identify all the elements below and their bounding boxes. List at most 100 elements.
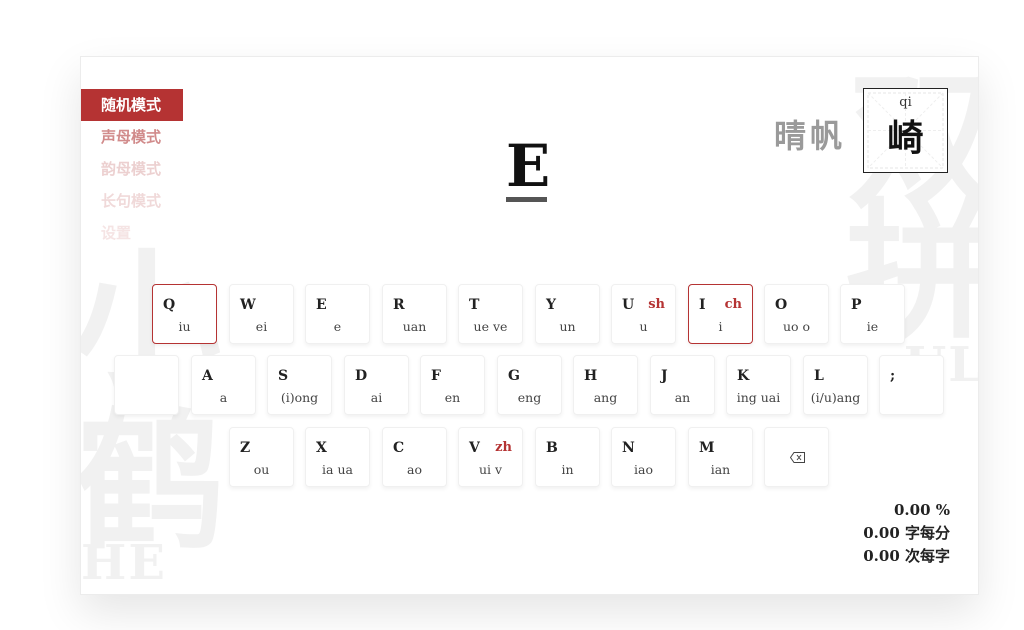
key-letter: I xyxy=(699,297,706,313)
key-letter: Z xyxy=(240,440,251,456)
key-v[interactable]: V zh ui v xyxy=(458,427,523,487)
key-final: eng xyxy=(517,390,542,405)
menu-item-finals-mode[interactable]: 韵母模式 xyxy=(81,153,183,185)
key-final: iu xyxy=(178,319,191,334)
key-p[interactable]: P ie xyxy=(840,284,905,344)
key-letter: C xyxy=(393,440,405,456)
key-letter: W xyxy=(240,297,256,313)
key-r[interactable]: R uan xyxy=(382,284,447,344)
key-letter: P xyxy=(851,297,862,313)
key-final: ue ve xyxy=(473,319,508,334)
key-s[interactable]: S (i)ong xyxy=(267,355,332,415)
key-shengmu: ch xyxy=(724,297,742,312)
current-char-box: qi 崎 xyxy=(863,88,948,173)
menu-item-random-mode[interactable]: 随机模式 xyxy=(81,89,183,121)
key-final: u xyxy=(639,319,648,334)
key-caps-blank[interactable] xyxy=(114,355,179,415)
key-d[interactable]: D ai xyxy=(344,355,409,415)
key-q[interactable]: Q iu xyxy=(152,284,217,344)
key-j[interactable]: J an xyxy=(650,355,715,415)
key-final: ui v xyxy=(478,462,503,477)
key-final: ei xyxy=(255,319,268,334)
key-final: an xyxy=(674,390,691,405)
key-t[interactable]: T ue ve xyxy=(458,284,523,344)
key-e[interactable]: E e xyxy=(305,284,370,344)
key-letter: M xyxy=(699,440,715,456)
key-final: uo o xyxy=(782,319,811,334)
keystrokes-stat: 0.00 次每字 xyxy=(863,547,950,565)
key-letter: H xyxy=(584,368,598,384)
key-letter: S xyxy=(278,368,289,384)
key-final: a xyxy=(219,390,228,405)
key-semicolon[interactable]: ; xyxy=(879,355,944,415)
key-final: ian xyxy=(710,462,731,477)
key-y[interactable]: Y un xyxy=(535,284,600,344)
key-x[interactable]: X ia ua xyxy=(305,427,370,487)
key-w[interactable]: W ei xyxy=(229,284,294,344)
key-final: un xyxy=(559,319,576,334)
key-letter: X xyxy=(316,440,327,456)
key-final: ie xyxy=(866,319,879,334)
key-letter: D xyxy=(355,368,368,384)
key-a[interactable]: A a xyxy=(191,355,256,415)
key-letter: K xyxy=(737,368,750,384)
key-final: in xyxy=(561,462,574,477)
key-h[interactable]: H ang xyxy=(573,355,638,415)
key-letter: ; xyxy=(890,368,896,384)
key-letter: E xyxy=(316,297,327,313)
menu-item-settings[interactable]: 设置 xyxy=(81,217,183,249)
key-o[interactable]: O uo o xyxy=(764,284,829,344)
app-card: 小 鹤 HE 双 拼 UL 随机模式 声母模式 韵母模式 长句模式 设置 E 晴… xyxy=(80,56,979,595)
key-final: ao xyxy=(407,462,422,477)
key-final: ing uai xyxy=(736,390,781,405)
key-letter: U xyxy=(622,297,635,313)
key-final: e xyxy=(333,319,342,334)
key-letter: T xyxy=(469,297,480,313)
key-letter: B xyxy=(546,440,558,456)
key-m[interactable]: M ian xyxy=(688,427,753,487)
key-letter: A xyxy=(202,368,213,384)
key-shengmu: zh xyxy=(495,440,512,455)
key-letter: Y xyxy=(546,297,556,313)
key-final: ai xyxy=(370,390,383,405)
speed-stat: 0.00 字每分 xyxy=(863,524,950,542)
key-f[interactable]: F en xyxy=(420,355,485,415)
key-b[interactable]: B in xyxy=(535,427,600,487)
key-n[interactable]: N iao xyxy=(611,427,676,487)
key-letter: N xyxy=(622,440,635,456)
key-final: (i/u)ang xyxy=(810,390,861,405)
key-letter: V xyxy=(469,440,480,456)
key-g[interactable]: G eng xyxy=(497,355,562,415)
key-i[interactable]: I ch i xyxy=(688,284,753,344)
key-backspace[interactable] xyxy=(764,427,829,487)
key-final: en xyxy=(444,390,461,405)
key-letter: O xyxy=(775,297,788,313)
target-cursor xyxy=(506,197,547,202)
accuracy-stat: 0.00 % xyxy=(893,501,950,519)
key-shengmu: sh xyxy=(648,297,665,312)
key-letter: R xyxy=(393,297,405,313)
key-u[interactable]: U sh u xyxy=(611,284,676,344)
key-l[interactable]: L (i/u)ang xyxy=(803,355,868,415)
key-c[interactable]: C ao xyxy=(382,427,447,487)
key-letter: G xyxy=(508,368,520,384)
background-latin-left: HE xyxy=(81,535,167,591)
target-letter: E xyxy=(506,132,551,200)
key-z[interactable]: Z ou xyxy=(229,427,294,487)
key-final: uan xyxy=(402,319,427,334)
key-final: i xyxy=(718,319,723,334)
key-letter: F xyxy=(431,368,441,384)
mode-menu: 随机模式 声母模式 韵母模式 长句模式 设置 xyxy=(81,89,183,249)
key-final: iao xyxy=(634,462,653,477)
current-char-pinyin: qi xyxy=(899,95,912,110)
stats-panel: 0.00 % 0.00 字每分 0.00 次每字 xyxy=(863,499,950,568)
key-final: ang xyxy=(593,390,618,405)
current-char-hanzi: 崎 xyxy=(887,117,924,159)
preceding-word: 晴帆 xyxy=(774,117,847,155)
menu-item-sentence-mode[interactable]: 长句模式 xyxy=(81,185,183,217)
key-final: ia ua xyxy=(322,462,353,477)
key-final: ou xyxy=(253,462,270,477)
menu-item-initials-mode[interactable]: 声母模式 xyxy=(81,121,183,153)
key-final: (i)ong xyxy=(280,390,319,405)
key-k[interactable]: K ing uai xyxy=(726,355,791,415)
